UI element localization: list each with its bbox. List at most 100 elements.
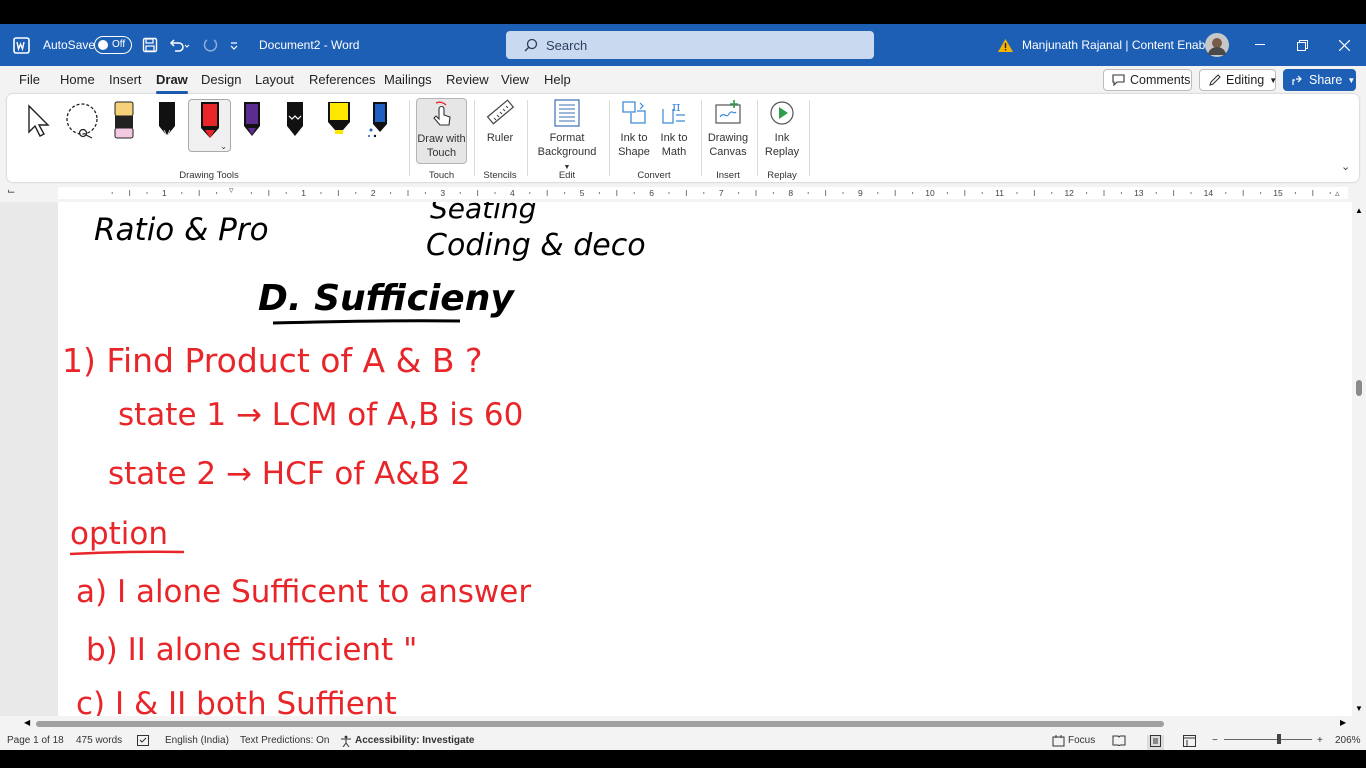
tab-view[interactable]: View [501,72,529,87]
zoom-slider-thumb[interactable] [1277,734,1281,744]
autosave-state: Off [112,39,126,50]
collapse-ribbon-icon[interactable]: ⌄ [1341,160,1350,173]
indent-marker-icon[interactable]: ▿ [229,185,234,196]
restore-button[interactable] [1280,24,1324,66]
pen-black-tool[interactable] [150,100,184,142]
ruler-number: 2 [371,188,376,198]
scroll-right-icon[interactable]: ▶ [1340,718,1346,727]
page-count[interactable]: Page 1 of 18 [7,735,64,746]
ruler-number: 15 [1273,188,1283,198]
undo-icon[interactable] [168,24,190,66]
tab-file[interactable]: File [19,72,40,87]
scroll-up-icon[interactable]: ▲ [1355,206,1363,215]
ruler-button[interactable]: Ruler [479,98,521,145]
ink-option-a: a) I alone Sufficent to answer [76,574,531,610]
language[interactable]: English (India) [165,735,229,746]
chevron-down-icon: ▼ [1347,75,1356,85]
document-title: Document2 - Word [259,38,360,52]
user-name[interactable]: Manjunath Rajanal | Content Enablers [1022,24,1225,66]
ink-statement-2: state 2 → HCF of A&B 2 [108,456,470,492]
zoom-level[interactable]: 206% [1335,735,1361,746]
pen-blue-glitter-tool[interactable] [363,100,397,142]
format-background-button[interactable]: Format Background ▼ [533,98,601,175]
scroll-left-icon[interactable]: ◀ [24,718,30,727]
customize-toolbar-icon[interactable] [229,24,239,66]
save-icon[interactable] [142,24,158,66]
chevron-down-icon: ⌄ [220,142,227,151]
pen-red-tool-selected[interactable]: ⌄ [188,99,231,152]
print-layout-icon[interactable] [1147,735,1164,750]
ink-to-math-button[interactable]: π Ink to Math [655,98,693,159]
ink-replay-icon [762,98,802,128]
focus-icon[interactable] [1052,735,1065,750]
tab-layout[interactable]: Layout [255,72,294,87]
accessibility-status[interactable]: Accessibility: Investigate [355,735,475,746]
ink-to-shape-button[interactable]: Ink to Shape [615,98,653,159]
chevron-down-icon: ▼ [1269,75,1278,85]
focus-label[interactable]: Focus [1068,735,1095,746]
word-count[interactable]: 475 words [76,735,122,746]
accessibility-icon[interactable] [340,735,352,750]
ruler-number: 5 [580,188,585,198]
proofing-icon[interactable] [137,735,149,749]
pencil-icon [1208,73,1221,87]
ink-coding-decoding: Coding & deco [426,228,646,263]
text-predictions[interactable]: Text Predictions: On [240,735,329,746]
ink-canvas[interactable]: Ratio & Pro Seating Coding & deco D. Suf… [58,202,1352,716]
drawing-canvas-button[interactable]: Drawing Canvas [706,98,750,159]
tab-help[interactable]: Help [544,72,571,87]
horizontal-ruler[interactable]: ⌙ 1 1 2 3 4 5 6 7 8 9 10 11 12 13 14 15 ▿ ▵ [0,184,1366,202]
tab-draw[interactable]: Draw [156,72,188,94]
right-indent-marker-icon[interactable]: ▵ [1335,188,1340,199]
tab-design[interactable]: Design [201,72,241,87]
select-arrow-tool[interactable] [23,100,57,142]
minimize-button[interactable] [1238,24,1282,66]
drawing-canvas-label-2: Canvas [709,146,747,158]
autosave-toggle[interactable]: Off [88,24,132,66]
touch-hand-icon [417,99,466,129]
word-logo-icon [13,24,30,66]
comments-label: Comments [1130,73,1191,87]
zoom-in-icon[interactable]: + [1317,735,1323,746]
redo-icon[interactable] [202,24,218,66]
tab-review[interactable]: Review [446,72,489,87]
ink-question-1: 1) Find Product of A & B ? [62,341,482,380]
close-button[interactable] [1322,24,1366,66]
document-area: Ratio & Pro Seating Coding & deco D. Suf… [0,202,1352,716]
group-divider [809,100,810,176]
share-label: Share [1309,73,1343,87]
scroll-down-icon[interactable]: ▼ [1355,704,1363,713]
share-button[interactable]: Share ▼ [1283,69,1356,91]
vertical-scrollbar[interactable]: ▲ ▼ [1352,202,1366,732]
editing-mode-button[interactable]: Editing ▼ [1199,69,1278,91]
web-layout-icon[interactable] [1183,735,1196,750]
tab-references[interactable]: References [309,72,375,87]
tab-mailings[interactable]: Mailings [384,72,432,87]
ruler-number: 6 [649,188,654,198]
warning-icon[interactable] [997,24,1014,66]
eraser-tool[interactable] [107,100,141,142]
ink-to-math-icon: π [655,98,693,128]
zoom-out-icon[interactable]: − [1212,735,1218,746]
document-page[interactable]: Ratio & Pro Seating Coding & deco D. Suf… [58,202,1352,716]
tab-home[interactable]: Home [60,72,95,87]
horizontal-scroll-thumb[interactable] [36,721,1164,727]
lasso-select-tool[interactable] [63,100,103,142]
zoom-slider[interactable] [1224,739,1312,740]
ruler-icon [479,98,521,128]
ruler-number: 1 [162,188,167,198]
avatar[interactable] [1205,24,1229,66]
comments-button[interactable]: Comments [1103,69,1192,91]
pen-black-zigzag-tool[interactable] [278,100,312,142]
group-divider [609,100,610,176]
group-divider [409,100,410,176]
highlighter-yellow-tool[interactable] [322,100,356,142]
read-mode-icon[interactable] [1112,735,1126,749]
vertical-scroll-thumb[interactable] [1356,380,1362,396]
ink-replay-button[interactable]: Ink Replay [762,98,802,159]
pen-purple-tool[interactable] [235,100,269,142]
search-box[interactable]: Search [506,31,874,59]
tab-insert[interactable]: Insert [109,72,142,87]
ink-replay-label-1: Ink [774,132,790,144]
draw-with-touch-button[interactable]: Draw with Touch [416,98,467,164]
